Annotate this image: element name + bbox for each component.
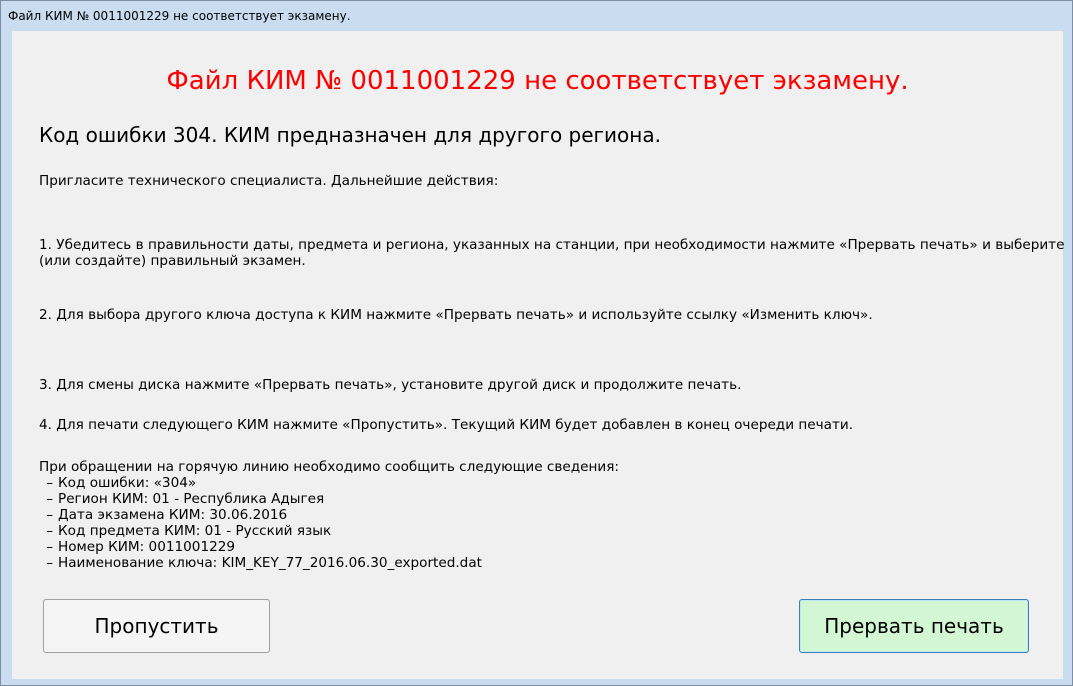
step-2-text: 2. Для выбора другого ключа доступа к КИ… — [39, 307, 873, 323]
step-4-text: 4. Для печати следующего КИМ нажмите «Пр… — [39, 417, 854, 433]
dialog-window: Файл КИМ № 0011001229 не соответствует э… — [0, 0, 1073, 686]
abort-printing-button[interactable]: Прервать печать — [799, 599, 1029, 653]
title-bar[interactable]: Файл КИМ № 0011001229 не соответствует э… — [1, 1, 1072, 31]
detail-kim-number: – Номер КИМ: 0011001229 — [46, 539, 236, 555]
step-1-text: 1. Убедитесь в правильности даты, предме… — [39, 237, 1065, 269]
dialog-content: Файл КИМ № 0011001229 не соответствует э… — [12, 31, 1064, 679]
error-heading: Файл КИМ № 0011001229 не соответствует э… — [166, 66, 909, 96]
detail-region: – Регион КИМ: 01 - Республика Адыгея — [46, 491, 325, 507]
error-details-list: – Код ошибки: «304» – Регион КИМ: 01 - Рес… — [39, 475, 482, 571]
detail-error-code: – Код ошибки: «304» — [46, 475, 197, 491]
step-3-text: 3. Для смены диска нажмите «Прервать печ… — [39, 377, 742, 393]
detail-key-name: – Наименование ключа: KIM_KEY_77_2016.06.… — [46, 555, 482, 571]
detail-exam-date: – Дата экзамена КИМ: 30.06.2016 — [46, 507, 288, 523]
detail-subject-code: – Код предмета КИМ: 01 - Русский язык — [46, 523, 332, 539]
error-code-subheading: Код ошибки 304. КИМ предназначен для дру… — [39, 123, 661, 147]
skip-button[interactable]: Пропустить — [43, 599, 270, 653]
invite-specialist-text: Пригласите технического специалиста. Дал… — [39, 173, 499, 189]
window-title: Файл КИМ № 0011001229 не соответствует э… — [8, 9, 351, 23]
hotline-intro-text: При обращении на горячую линию необходим… — [39, 459, 620, 475]
